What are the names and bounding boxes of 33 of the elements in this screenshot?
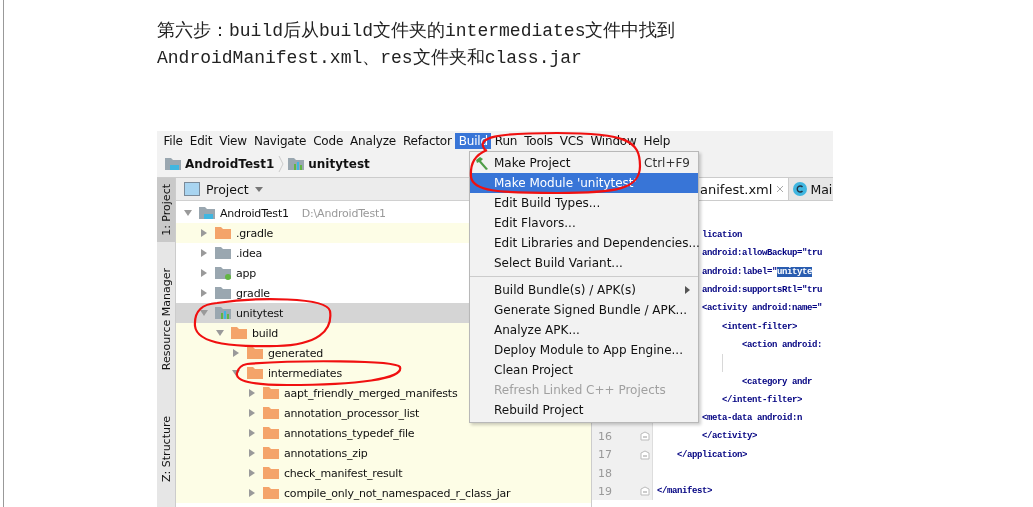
tree-item-label: build (252, 326, 279, 340)
tree-item-label: annotations_zip (284, 446, 368, 460)
code-line: <category andr (741, 376, 813, 387)
tree-item-label: compile_only_not_namespaced_r_class_jar (284, 486, 511, 500)
code-line: </activity> (701, 431, 758, 442)
tree-item-label: app (236, 266, 257, 280)
instruction-paragraph: 第六步：build后从build文件夹的intermediates文件中找到 AndroidManifest.xml、res文件夹和class.jar (157, 20, 677, 70)
tree-item-label: check_manifest_result (284, 466, 403, 480)
code-line: <activity android:name=" (701, 303, 823, 314)
line-number: 16 (598, 429, 612, 443)
tree-item-label: intermediates (268, 366, 342, 380)
line-number: 17 (598, 448, 612, 462)
tree-item-label: annotation_processor_list (284, 406, 420, 420)
code-line: </manifest> (656, 486, 712, 497)
project-path: D:\AndroidTest1 (301, 206, 386, 220)
code-line: <intent-filter> (721, 321, 798, 332)
tree-item-label: .gradle (236, 226, 274, 240)
code-line: lication (701, 230, 743, 241)
tree-item-label: AndroidTest1 (220, 206, 289, 220)
tree-item-label: generated (268, 346, 323, 360)
tree-item-label: unitytest (236, 306, 284, 320)
code-line: android:supportsRtl="tru (701, 285, 823, 296)
code-line: <meta-data android:n (701, 413, 803, 424)
code-line: android:allowBackup="tru (701, 248, 823, 259)
tree-item-label: gradle (236, 286, 270, 300)
tree-item-label: annotations_typedef_file (284, 426, 415, 440)
line-number: 19 (598, 484, 612, 498)
code-line: <action android: (741, 339, 823, 350)
tree-item-label: .idea (236, 246, 263, 260)
line-number: 18 (598, 466, 612, 480)
tree-item-label: aapt_friendly_merged_manifests (284, 386, 458, 400)
code-line: </application> (676, 449, 748, 460)
code-line: </intent-filter> (721, 394, 803, 405)
